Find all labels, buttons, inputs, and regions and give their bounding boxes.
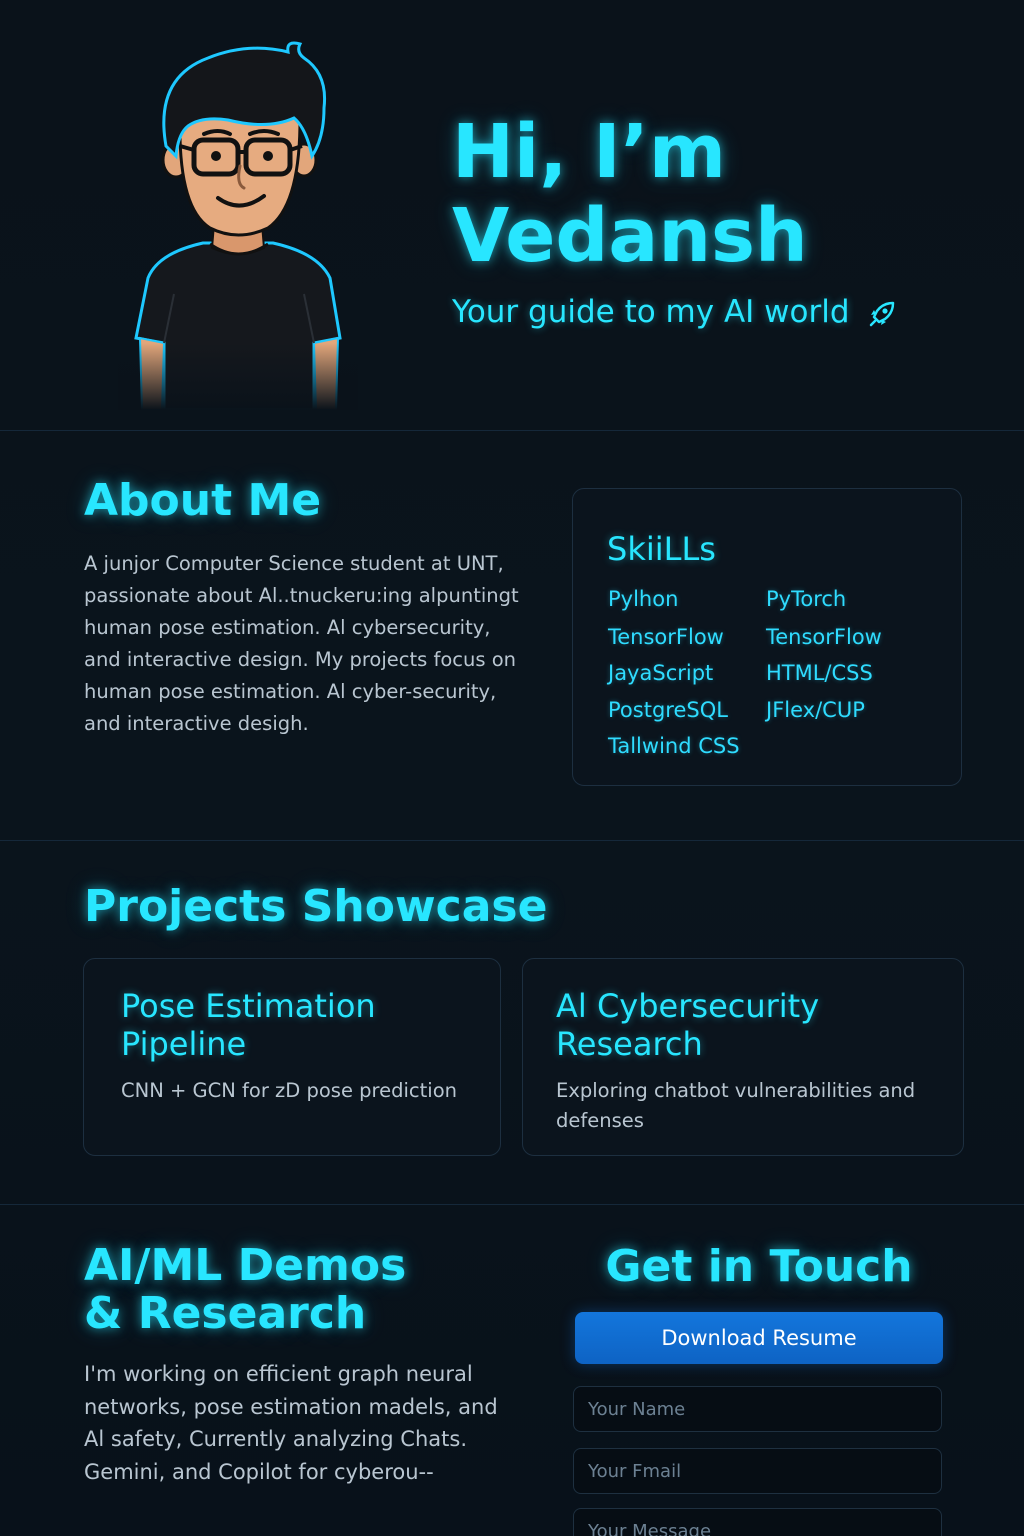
hero-subtitle: Your guide to my AI world [452,292,992,332]
about-text: A junjor Computer Science student at UNT… [84,552,519,735]
project-title-line2: Pipeline [121,1025,247,1063]
skill-item: Pylhon [608,587,679,611]
demos-heading: AI/ML Demos & Research [84,1242,524,1338]
about-heading: About Me [84,475,322,526]
section-divider [0,1204,1024,1205]
message-input[interactable] [573,1508,942,1536]
demos-text: I'm working on efficient graph neural ne… [84,1362,498,1484]
hero-title-line1: Hi, I’m [452,109,726,195]
skill-item: JayaScript [608,661,714,685]
project-title: Pose Estimation Pipeline [121,987,481,1063]
skill-item: TensorFlow [608,625,724,649]
demos-heading-line1: AI/ML Demos [84,1240,407,1291]
section-divider [0,430,1024,431]
portfolio-page: Hi, I’m Vedansh Your guide to my AI worl… [0,0,1024,1536]
hero-subtitle-text: Your guide to my AI world [452,294,850,330]
skill-item: TensorFlow [766,625,882,649]
section-divider [0,840,1024,841]
download-resume-button[interactable]: Download Resume [575,1312,943,1364]
project-card-ai-cybersecurity[interactable]: Al Cybersecurity Research Exploring chat… [522,958,964,1156]
skill-item: HTML/CSS [766,661,873,685]
rocket-icon [870,301,895,326]
skills-heading: SkiiLLs [607,530,716,568]
skill-item: Tallwind CSS [608,734,740,758]
project-title-line1: Pose Estimation [121,987,376,1025]
skill-item: JFlex/CUP [766,698,865,722]
project-title: Al Cybersecurity Research [556,987,936,1063]
projects-heading: Projects Showcase [84,881,548,932]
email-input[interactable] [573,1448,942,1494]
skill-item: PyTorch [766,587,847,611]
project-description: CNN + GCN for zD pose prediction [121,1079,457,1102]
demos-heading-line2: & Research [84,1288,367,1339]
project-title-line1: Al Cybersecurity [556,987,820,1025]
project-title-line2: Research [556,1025,703,1063]
project-description: Exploring chatbot vulnerabilities and de… [556,1079,916,1132]
avatar-illustration [118,38,358,410]
name-input[interactable] [573,1386,942,1432]
skills-card: SkiiLLs Pylhon TensorFlow JayaScript Pos… [572,488,962,786]
hero-title-line2: Vedansh [452,193,808,279]
hero-title: Hi, I’m Vedansh [452,110,992,278]
project-card-pose-estimation[interactable]: Pose Estimation Pipeline CNN + GCN for z… [83,958,501,1156]
skill-item: PostgreSQL [608,698,728,722]
contact-heading: Get in Touch [605,1241,913,1292]
